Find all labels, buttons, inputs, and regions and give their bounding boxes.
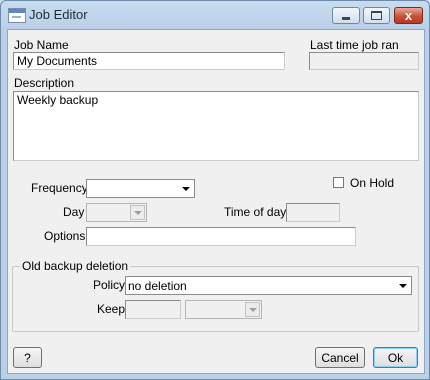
day-label: Day [63, 205, 85, 219]
keep-unit-dropdown[interactable] [185, 300, 262, 319]
policy-label: Policy [93, 278, 126, 292]
chevron-down-icon [130, 205, 145, 220]
job-editor-window: Job Editor x Job Name My Documents Last … [0, 0, 430, 380]
group-title: Old backup deletion [20, 259, 131, 273]
close-button[interactable]: x [394, 7, 423, 24]
description-label: Description [14, 76, 75, 90]
window-title: Job Editor [29, 7, 88, 22]
ok-button[interactable]: Ok [373, 347, 418, 368]
on-hold-checkbox[interactable] [333, 177, 344, 188]
time-of-day-label: Time of day [224, 205, 287, 219]
window-icon [8, 8, 26, 23]
job-name-input[interactable]: My Documents [13, 52, 285, 70]
job-name-label: Job Name [14, 38, 69, 52]
cancel-button[interactable]: Cancel [315, 347, 365, 368]
help-button[interactable]: ? [13, 347, 42, 368]
minimize-icon [342, 17, 350, 20]
maximize-icon [371, 11, 382, 20]
on-hold-label[interactable]: On Hold [350, 176, 394, 190]
keep-label: Keep [97, 302, 126, 316]
options-label: Options [44, 229, 86, 243]
dialog-body: Job Name My Documents Last time job ran … [7, 29, 425, 374]
last-run-label: Last time job ran [310, 38, 399, 52]
maximize-button[interactable] [363, 7, 390, 24]
last-run-field [309, 52, 419, 70]
old-backup-deletion-group: Old backup deletion Policy no deletion K… [12, 259, 419, 332]
options-input[interactable] [86, 227, 356, 246]
policy-dropdown[interactable]: no deletion [125, 276, 412, 295]
chevron-down-icon [245, 302, 260, 317]
day-dropdown[interactable] [86, 203, 147, 222]
time-of-day-field[interactable] [286, 203, 340, 222]
minimize-button[interactable] [332, 7, 360, 24]
frequency-dropdown[interactable] [86, 179, 195, 198]
policy-value: no deletion [128, 279, 187, 293]
description-textarea[interactable]: Weekly backup [13, 91, 419, 161]
keep-count-field[interactable] [125, 300, 181, 319]
chevron-down-icon [395, 278, 410, 293]
close-icon: x [404, 8, 413, 23]
title-bar[interactable]: Job Editor x [1, 1, 429, 29]
chevron-down-icon [178, 181, 193, 196]
frequency-label: Frequency [31, 181, 88, 195]
